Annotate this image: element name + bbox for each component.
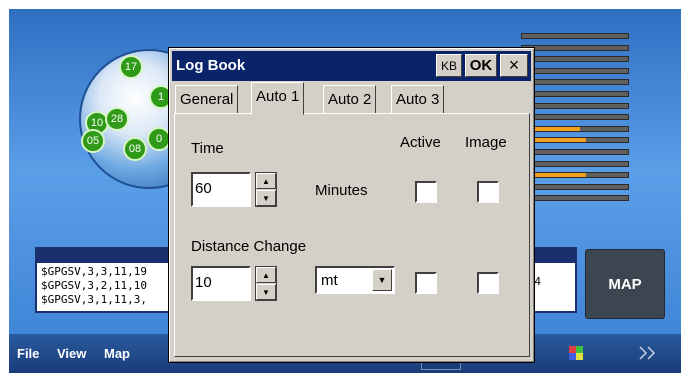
menu-view[interactable]: View	[57, 346, 86, 361]
distance-active-checkbox[interactable]	[415, 272, 437, 294]
distance-image-checkbox[interactable]	[477, 272, 499, 294]
distance-spinner[interactable]: ▲ ▼	[255, 266, 277, 301]
satellite-marker: 17	[119, 55, 143, 79]
spin-down-icon[interactable]: ▼	[256, 190, 276, 206]
keyboard-button[interactable]: KB	[436, 54, 462, 77]
distance-unit-value: mt	[321, 272, 338, 289]
signal-bar	[521, 90, 629, 97]
satellite-marker: 08	[123, 137, 147, 161]
signal-bar	[521, 79, 629, 86]
chevron-right-icon[interactable]	[637, 342, 659, 364]
signal-bar	[521, 67, 629, 74]
satellite-marker: 05	[81, 129, 105, 153]
signal-bar	[521, 114, 629, 121]
time-unit-label: Minutes	[315, 182, 368, 199]
time-image-checkbox[interactable]	[477, 181, 499, 203]
active-column-header: Active	[400, 134, 441, 151]
dialog-title: Log Book	[176, 57, 246, 74]
signal-bar	[521, 137, 629, 144]
tab-general[interactable]: General	[175, 85, 239, 114]
spin-down-icon[interactable]: ▼	[256, 284, 276, 300]
signal-bar	[521, 125, 629, 132]
log-book-dialog: Log Book KB OK × General Auto 1 Auto 2 A…	[168, 47, 535, 363]
app-screen: 17 1 10 28 05 08 0 $GPGSV,3,3,11,19 $GPG…	[9, 9, 681, 373]
distance-change-label: Distance Change	[191, 238, 307, 255]
dialog-titlebar[interactable]: Log Book KB OK ×	[172, 51, 531, 81]
time-active-checkbox[interactable]	[415, 181, 437, 203]
signal-bar	[521, 44, 629, 51]
image-column-header: Image	[465, 134, 507, 151]
map-button[interactable]: MAP	[585, 249, 665, 319]
signal-bar	[521, 148, 629, 155]
tab-auto-1[interactable]: Auto 1	[251, 82, 305, 115]
ok-button[interactable]: OK	[465, 54, 497, 77]
signal-strength-bars	[521, 33, 629, 207]
chevron-down-icon[interactable]: ▼	[372, 269, 392, 291]
time-label: Time	[191, 140, 224, 157]
signal-bar	[521, 160, 629, 167]
color-grid-icon[interactable]	[565, 342, 587, 364]
distance-input[interactable]: 10	[191, 266, 251, 301]
spin-up-icon[interactable]: ▲	[256, 267, 276, 283]
spin-up-icon[interactable]: ▲	[256, 173, 276, 189]
menu-map[interactable]: Map	[104, 346, 130, 361]
satellite-marker: 28	[105, 107, 129, 131]
tab-auto-3[interactable]: Auto 3	[391, 85, 445, 114]
signal-bar	[521, 33, 629, 39]
tab-auto-2[interactable]: Auto 2	[323, 85, 377, 114]
distance-unit-select[interactable]: mt ▼	[315, 266, 395, 294]
signal-bar	[521, 183, 629, 190]
signal-bar	[521, 56, 629, 63]
menu-file[interactable]: File	[17, 346, 39, 361]
time-spinner[interactable]: ▲ ▼	[255, 172, 277, 207]
signal-bar	[521, 172, 629, 179]
signal-bar	[521, 102, 629, 109]
signal-bar	[521, 195, 629, 202]
close-button[interactable]: ×	[500, 54, 528, 77]
time-input[interactable]: 60	[191, 172, 251, 207]
